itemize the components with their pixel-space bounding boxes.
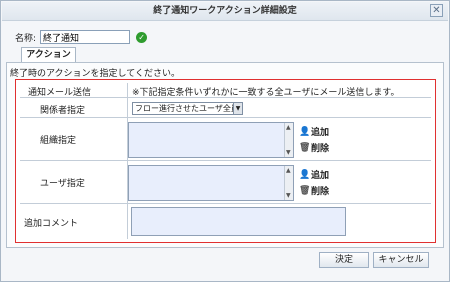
relation-select-value: フロー進行させたユーザ全員: [135, 104, 239, 113]
user-add-icon: 👤: [299, 126, 311, 137]
user-list-scrollbar[interactable]: ▲ ▼: [284, 166, 293, 200]
scroll-down-icon[interactable]: ▼: [286, 192, 291, 199]
name-row: 名称: ✓: [15, 29, 148, 45]
trash-icon: 🗑: [299, 142, 311, 153]
check-icon: ✓: [136, 31, 148, 43]
panel-description: 終了時のアクションを指定してください。: [10, 69, 181, 79]
dialog-window: 終了通知ワークアクション詳細設定 ✕ 名称: ✓ アクション 終了時のアクション…: [0, 0, 450, 282]
user-add-label: 追加: [311, 171, 330, 181]
name-label: 名称:: [15, 33, 37, 44]
comment-label: 追加コメント: [24, 219, 79, 229]
scroll-up-icon[interactable]: ▲: [286, 124, 291, 131]
org-list[interactable]: ▲ ▼: [128, 122, 294, 158]
user-delete-button[interactable]: 🗑 削除: [299, 184, 330, 198]
user-add-icon: 👤: [299, 169, 311, 180]
comment-textarea[interactable]: [131, 207, 346, 236]
user-delete-label: 削除: [311, 187, 330, 197]
mail-send-note: ※下記指定条件いずれかに一致する全ユーザにメール送信します。: [132, 88, 400, 98]
name-input[interactable]: [40, 30, 131, 44]
action-panel: 終了時のアクションを指定してください。 通知メール送信 ※下記指定条件いずれかに…: [6, 62, 444, 248]
tab-action[interactable]: アクション: [21, 47, 76, 63]
trash-icon: 🗑: [299, 185, 311, 196]
org-delete-label: 削除: [311, 144, 330, 154]
mail-send-label: 通知メール送信: [28, 88, 92, 98]
org-add-button[interactable]: 👤 追加: [299, 125, 330, 139]
org-delete-button[interactable]: 🗑 削除: [299, 141, 330, 155]
user-label: ユーザ指定: [40, 179, 85, 189]
cancel-button[interactable]: キャンセル: [373, 252, 429, 268]
chevron-down-icon: ▼: [233, 103, 242, 114]
org-add-label: 追加: [311, 128, 330, 138]
scroll-down-icon[interactable]: ▼: [286, 149, 291, 156]
comment-row: 追加コメント: [20, 204, 431, 239]
relation-label: 関係者指定: [40, 106, 86, 116]
mail-send-row: 通知メール送信 ※下記指定条件いずれかに一致する全ユーザにメール送信します。: [20, 83, 431, 98]
scroll-up-icon[interactable]: ▲: [286, 167, 291, 174]
relation-select[interactable]: フロー進行させたユーザ全員 ▼: [132, 102, 243, 115]
org-list-scrollbar[interactable]: ▲ ▼: [284, 123, 293, 157]
dialog-title: 終了通知ワークアクション詳細設定: [2, 2, 448, 21]
close-icon[interactable]: ✕: [430, 4, 443, 17]
notification-settings-frame: 通知メール送信 ※下記指定条件いずれかに一致する全ユーザにメール送信します。 関…: [15, 79, 436, 243]
org-label: 組織指定: [40, 136, 77, 146]
ok-button[interactable]: 決定: [319, 252, 369, 268]
user-add-button[interactable]: 👤 追加: [299, 168, 330, 182]
user-list[interactable]: ▲ ▼: [128, 165, 294, 201]
